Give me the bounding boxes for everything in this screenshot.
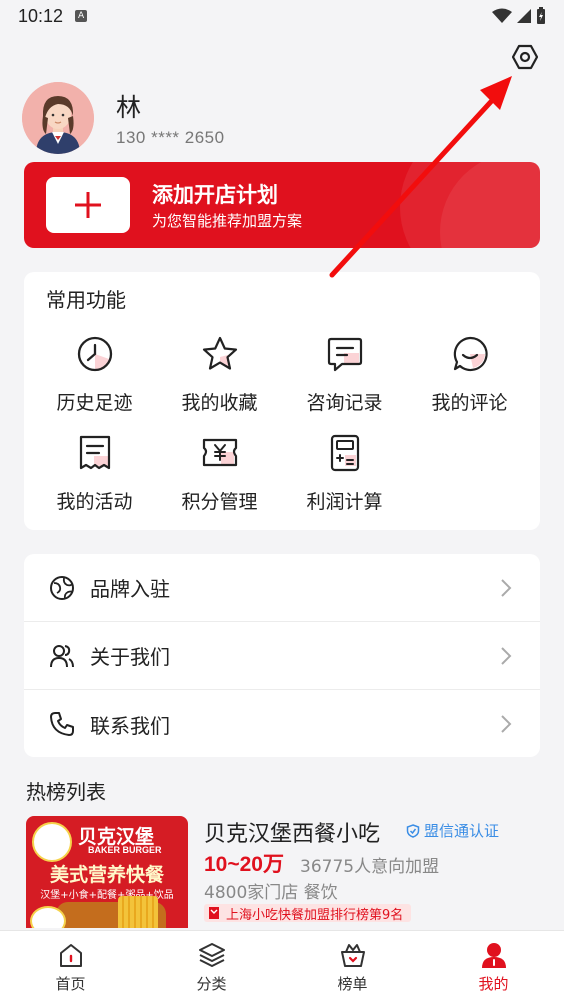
battery-icon: [537, 7, 545, 24]
tab-label: 榜单: [337, 975, 368, 993]
func-label: 我的活动: [56, 491, 133, 513]
menu-contact-us[interactable]: 联系我们: [24, 690, 540, 758]
status-bar: 10:12 A: [0, 0, 564, 32]
func-points-management[interactable]: 积分管理: [157, 433, 282, 514]
func-label: 积分管理: [181, 491, 258, 513]
menu-card: 品牌入驻 关于我们 联系我们: [24, 554, 540, 757]
chat-icon: [327, 337, 362, 372]
hot-list-item[interactable]: 贝克汉堡 BAKER BURGER 美式营养快餐 汉堡+小食+配餐+粥品+饮品 …: [26, 816, 540, 928]
hot-list-title: 热榜列表: [26, 780, 106, 804]
fries-illustration: [118, 896, 158, 928]
brand-image[interactable]: 贝克汉堡 BAKER BURGER 美式营养快餐 汉堡+小食+配餐+粥品+饮品: [26, 816, 188, 928]
func-favorites[interactable]: 我的收藏: [157, 334, 282, 415]
join-badge: [30, 906, 66, 928]
func-profit-calculator[interactable]: 利润计算: [282, 433, 407, 514]
phone-icon: [50, 712, 74, 736]
tab-label: 我的: [478, 975, 509, 993]
image-brand-en: BAKER BURGER: [88, 845, 162, 855]
person-icon: [481, 943, 506, 968]
tab-label: 分类: [196, 975, 227, 993]
user-phone: 130 **** 2650: [116, 128, 225, 147]
store-count: 4800家门店 餐饮: [204, 883, 338, 903]
func-history[interactable]: 历史足迹: [32, 334, 157, 415]
brand-logo: [32, 822, 72, 862]
shield-check-icon: [406, 823, 420, 838]
add-store-plan-banner[interactable]: 添加开店计划 为您智能推荐加盟方案: [24, 162, 540, 248]
func-label: 历史足迹: [56, 392, 133, 414]
layers-icon: [198, 943, 225, 967]
crown-basket-icon: [340, 944, 365, 967]
tab-mine[interactable]: 我的: [423, 931, 564, 1004]
func-my-activities[interactable]: 我的活动: [32, 433, 157, 514]
banner-subtitle: 为您智能推荐加盟方案: [152, 212, 303, 230]
brand-name: 贝克汉堡西餐小吃: [204, 822, 381, 847]
menu-label: 品牌入驻: [90, 577, 170, 601]
status-icons: [492, 7, 546, 25]
users-icon: [50, 644, 74, 667]
chevron-right-icon: [501, 578, 512, 597]
image-menu-line: 汉堡+小食+配餐+粥品+饮品: [40, 890, 174, 901]
settings-button[interactable]: [510, 42, 540, 72]
func-label: 我的收藏: [181, 392, 258, 414]
activity-icon: [79, 435, 110, 470]
menu-label: 关于我们: [90, 645, 170, 669]
bookmark-icon: [209, 907, 219, 919]
func-label: 咨询记录: [306, 392, 383, 414]
certification-badge: 盟信通认证: [406, 820, 499, 841]
tab-ranking[interactable]: 榜单: [282, 931, 423, 1004]
tab-label: 首页: [55, 975, 86, 993]
chevron-right-icon: [501, 715, 512, 733]
avatar[interactable]: [22, 82, 94, 154]
status-time: 10:12: [18, 5, 64, 26]
signal-icon: [517, 9, 531, 23]
plus-icon: [75, 192, 101, 218]
func-consult-records[interactable]: 咨询记录: [282, 334, 407, 415]
points-icon: [202, 438, 237, 467]
tab-home[interactable]: 首页: [0, 931, 141, 1004]
clock-icon: [77, 336, 112, 372]
banner-title: 添加开店计划: [152, 183, 278, 207]
section-title: 常用功能: [46, 288, 126, 312]
notification-icon: A: [75, 10, 88, 22]
tab-category[interactable]: 分类: [141, 931, 282, 1004]
rank-tag: 上海小吃快餐加盟排行榜第9名: [204, 904, 412, 923]
investment-range: 10~20万: [204, 853, 284, 876]
gear-icon: [512, 44, 538, 70]
calculator-icon: [330, 434, 359, 472]
bottom-tab-bar: 首页 分类 榜单 我的: [0, 930, 564, 1004]
star-icon: [202, 336, 237, 370]
home-icon: [59, 944, 82, 967]
menu-brand-settle[interactable]: 品牌入驻: [24, 554, 540, 622]
func-label: 利润计算: [306, 491, 383, 513]
globe-icon: [50, 575, 74, 600]
user-name: 林: [116, 93, 142, 122]
wifi-icon: [492, 8, 512, 23]
user-profile[interactable]: 林 130 **** 2650: [22, 82, 225, 154]
menu-about-us[interactable]: 关于我们: [24, 622, 540, 690]
func-label: 我的评论: [431, 392, 508, 414]
chevron-right-icon: [501, 646, 512, 665]
common-functions-card: 常用功能 历史足迹 我的收藏 咨询记录 我的评论 我的活动 积分管理 利润计算: [24, 272, 540, 530]
func-my-comments[interactable]: 我的评论: [407, 334, 532, 415]
add-plan-button[interactable]: [46, 177, 130, 233]
menu-label: 联系我们: [90, 713, 170, 738]
rank-label: 上海小吃快餐加盟排行榜第9名: [226, 907, 404, 923]
image-slogan: 美式营养快餐: [49, 864, 164, 886]
intent-count: 36775人意向加盟: [300, 857, 440, 877]
comment-icon: [453, 336, 488, 372]
certification-label: 盟信通认证: [424, 822, 500, 840]
